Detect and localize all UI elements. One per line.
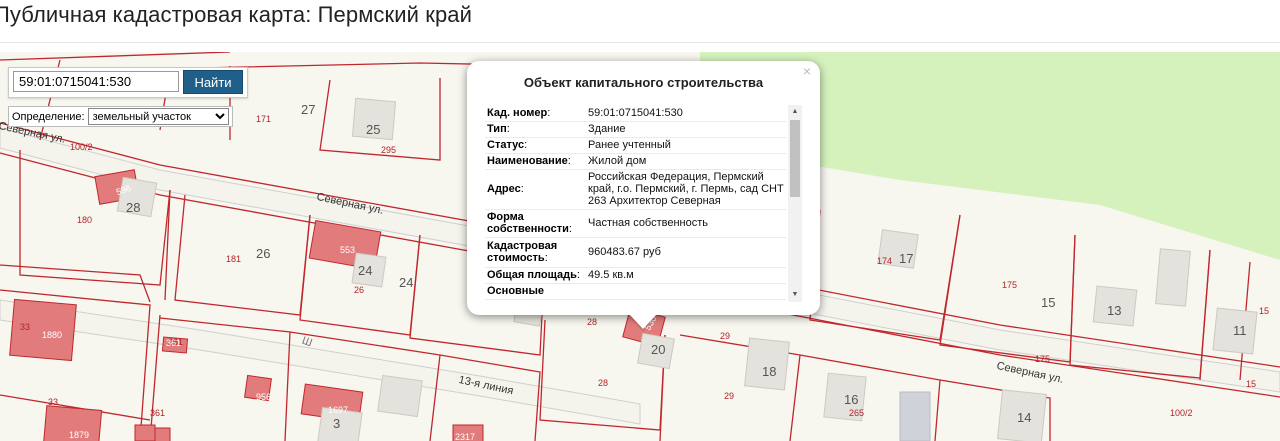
parcel-number: 16 [844, 392, 859, 407]
building-number: 553 [340, 245, 356, 255]
info-key: Наименование [487, 155, 568, 167]
info-row: Кад. номер: 59:01:0715041:530 [485, 105, 786, 122]
parcel-number: 25 [366, 122, 381, 137]
info-row: Кадастровая стоимость: 960483.67 руб [485, 237, 786, 268]
cadastral-search-input[interactable] [13, 71, 179, 92]
parcel-number: 28 [126, 200, 141, 215]
popup-scrollbar[interactable]: ▲ ▼ [788, 105, 802, 302]
info-row: Адрес: Российская Федерация, Пермский кр… [485, 169, 786, 210]
building-number: 2317 [455, 432, 476, 441]
info-row: Основные [485, 283, 786, 300]
building-number: 1697 [328, 405, 349, 415]
building-number: 1880 [42, 330, 63, 340]
cadastral-number: 174 [877, 256, 893, 266]
info-row: Статус: Ранее учтенный [485, 137, 786, 154]
info-value: 960483.67 руб [585, 237, 786, 268]
info-value: Здание [585, 121, 786, 138]
search-button[interactable]: Найти [183, 70, 243, 94]
parcel-number: 27 [301, 102, 316, 117]
building-small-2 [134, 424, 156, 441]
scroll-down-icon[interactable]: ▼ [788, 288, 802, 302]
parcel-number: 18 [762, 364, 777, 379]
parcel-number: 14 [1017, 410, 1032, 425]
cadastral-number: 15 [1259, 306, 1270, 316]
parcel-number: 24 [399, 275, 414, 290]
cadastral-number: 33 [20, 322, 31, 332]
cadastral-number: 100/2 [1170, 408, 1193, 418]
info-row: Общая площадь: 49.5 кв.м [485, 267, 786, 284]
info-key: Основные [487, 285, 544, 297]
cadastral-number: 361 [150, 408, 166, 418]
info-value: Частная собственность [585, 209, 786, 238]
cadastral-number: 15 [1246, 379, 1257, 389]
info-value: Ранее учтенный [585, 137, 786, 154]
definition-box: Определение: земельный участок [8, 106, 233, 127]
title-divider [0, 42, 1280, 43]
info-key: Общая площадь [487, 269, 577, 281]
cadastral-number: 28 [587, 317, 598, 327]
cadastral-number: 295 [381, 145, 397, 155]
info-value: 59:01:0715041:530 [585, 105, 786, 122]
cadastral-number: 28 [598, 378, 609, 388]
scroll-thumb[interactable] [790, 120, 800, 197]
object-info-popup: × Объект капитального строительства Кад.… [467, 61, 820, 329]
info-value: Российская Федерация, Пермский край, г.о… [585, 169, 786, 210]
building-number: 1879 [69, 430, 90, 440]
page-title: Публичная кадастровая карта: Пермский кр… [0, 2, 473, 27]
parcel-number: 11 [1233, 323, 1247, 338]
info-value [585, 283, 786, 300]
parcel-number: 15 [1041, 295, 1056, 310]
cadastral-number: 265 [849, 408, 865, 418]
info-key: Адрес [487, 183, 521, 195]
cadastral-number: 29 [724, 391, 735, 401]
info-key: Форма собственности [487, 211, 569, 235]
parcel-number: 24 [358, 263, 373, 278]
definition-select[interactable]: земельный участок [87, 108, 229, 125]
scroll-up-icon[interactable]: ▲ [788, 105, 802, 119]
parcel-number: 20 [651, 342, 666, 357]
popup-title: Объект капитального строительства [523, 75, 764, 90]
parcel-number: 26 [256, 246, 271, 261]
info-row: Тип: Здание [485, 121, 786, 138]
building-number: 361 [166, 338, 182, 348]
info-key: Тип [487, 123, 507, 135]
cadastral-number: 100/2 [70, 142, 93, 152]
cadastral-number: 29 [720, 331, 731, 341]
popup-body[interactable]: Кад. номер: 59:01:0715041:530 Тип: Здани… [485, 105, 802, 302]
object-info-table: Кад. номер: 59:01:0715041:530 Тип: Здани… [485, 105, 786, 300]
parcel-number: 3 [333, 416, 341, 431]
parcel-number: 17 [899, 251, 914, 266]
cadastral-number: 180 [77, 215, 93, 225]
info-key: Кад. номер [487, 106, 548, 119]
definition-label: Определение: [12, 110, 85, 123]
cadastral-number: 26 [354, 285, 365, 295]
info-value: Жилой дом [585, 153, 786, 170]
info-key: Статус [487, 139, 525, 151]
cadastral-number: 171 [256, 114, 272, 124]
cadastral-number: 33 [48, 397, 59, 407]
cadastral-number: 175 [1035, 354, 1051, 364]
building-number: 956 [256, 392, 272, 402]
parcel-number: 13 [1107, 303, 1122, 318]
info-row: Форма собственности: Частная собственнос… [485, 209, 786, 238]
popup-pointer [630, 315, 656, 329]
info-row: Наименование: Жилой дом [485, 153, 786, 170]
cadastral-number: 175 [1002, 280, 1018, 290]
cadastral-number: 181 [226, 254, 242, 264]
search-box: Найти [8, 67, 248, 98]
info-value: 49.5 кв.м [585, 267, 786, 284]
